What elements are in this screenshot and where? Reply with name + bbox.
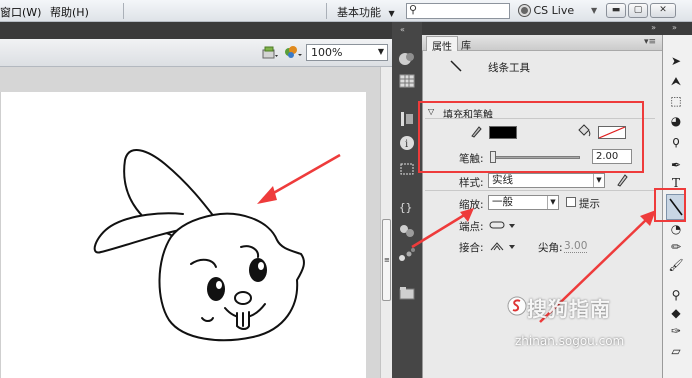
cs-live-icon <box>519 5 530 16</box>
stage-scrollbar[interactable]: ≡ <box>380 67 392 378</box>
tools-titlebar: » <box>662 22 692 35</box>
line-tool-icon <box>448 58 464 77</box>
collapse-right-icon[interactable]: » <box>651 23 656 32</box>
selection-tool-icon[interactable]: ➤ <box>666 52 686 70</box>
edit-bar: 100% ▼ <box>0 39 392 67</box>
annotation-box-fill-stroke <box>418 101 644 173</box>
chevron-down-icon: ▼ <box>377 47 384 56</box>
search-input[interactable]: ⚲ <box>406 3 510 19</box>
scrollbar-thumb[interactable]: ≡ <box>382 219 391 301</box>
sogou-logo-icon <box>507 295 527 320</box>
rabbit-right-eye-highlight <box>258 262 264 270</box>
info-panel-icon[interactable]: i <box>397 134 417 152</box>
rabbit-drawing <box>93 149 341 342</box>
tool-name: 线条工具 <box>488 62 530 74</box>
menubar-divider <box>123 3 124 19</box>
swatches-panel-icon[interactable] <box>397 72 417 90</box>
menubar-divider <box>326 3 327 19</box>
transform-panel-icon[interactable] <box>397 160 417 178</box>
subselection-tool-icon[interactable]: ⮝ <box>666 72 686 90</box>
annotation-arrowhead <box>257 186 277 204</box>
annotation-arrows <box>411 208 656 323</box>
rabbit-left-eye <box>207 277 225 301</box>
document-tab-bar <box>0 22 392 39</box>
watermark-url: zhinan.sogou.com <box>515 334 625 348</box>
menu-window[interactable]: 窗口(W) <box>0 4 41 20</box>
close-button[interactable]: ✕ <box>650 3 676 18</box>
rabbit-right-eye <box>249 258 267 282</box>
zoom-select[interactable]: 100% ▼ <box>306 44 388 61</box>
edit-scene-icon[interactable] <box>262 46 278 59</box>
tab-library[interactable]: 库 <box>456 36 476 52</box>
close-icon: ✕ <box>659 5 667 15</box>
rabbit-left-eye-highlight <box>216 281 222 289</box>
minimize-button[interactable]: ▬ <box>606 3 626 18</box>
edit-symbols-icon[interactable] <box>284 45 302 59</box>
properties-titlebar: » <box>422 22 662 35</box>
search-icon: ⚲ <box>409 3 418 16</box>
rabbit-head <box>158 212 305 342</box>
annotation-arrow-scale <box>411 212 467 249</box>
stage-canvas[interactable] <box>0 92 366 378</box>
workspace-switcher[interactable]: 基本功能 ▼ <box>337 4 395 20</box>
zoom-value: 100% <box>311 46 343 59</box>
svg-text:i: i <box>405 139 408 150</box>
tab-properties[interactable]: 属性 <box>426 36 458 53</box>
minimize-icon: ▬ <box>611 5 621 15</box>
cs-live-dropdown-icon[interactable]: ▼ <box>591 6 597 15</box>
cs-live-button[interactable]: CS Live <box>519 4 574 17</box>
align-panel-icon[interactable] <box>397 110 417 128</box>
chevron-down-icon: ▼ <box>388 9 395 18</box>
panel-menu-icon[interactable]: ▾≡ <box>644 37 656 47</box>
3d-rotation-tool-icon[interactable]: ◕ <box>666 112 686 130</box>
lasso-tool-icon[interactable]: ϙ <box>666 132 686 150</box>
cs-live-label: CS Live <box>533 4 575 17</box>
watermark-title: 搜狗指南 <box>527 297 611 321</box>
workspace-label: 基本功能 <box>337 6 381 19</box>
restore-icon: ▢ <box>633 5 643 15</box>
free-transform-tool-icon[interactable]: ⬚ <box>666 92 686 110</box>
collapse-arrows-icon[interactable]: » <box>672 23 677 32</box>
color-panel-icon[interactable] <box>397 50 417 68</box>
menu-help[interactable]: 帮助(H) <box>50 4 89 20</box>
collapse-arrows-icon[interactable]: « <box>400 25 405 34</box>
rabbit-nose <box>234 291 252 305</box>
restore-button[interactable]: ▢ <box>628 3 648 18</box>
pen-tool-icon[interactable]: ✒ <box>666 156 686 174</box>
